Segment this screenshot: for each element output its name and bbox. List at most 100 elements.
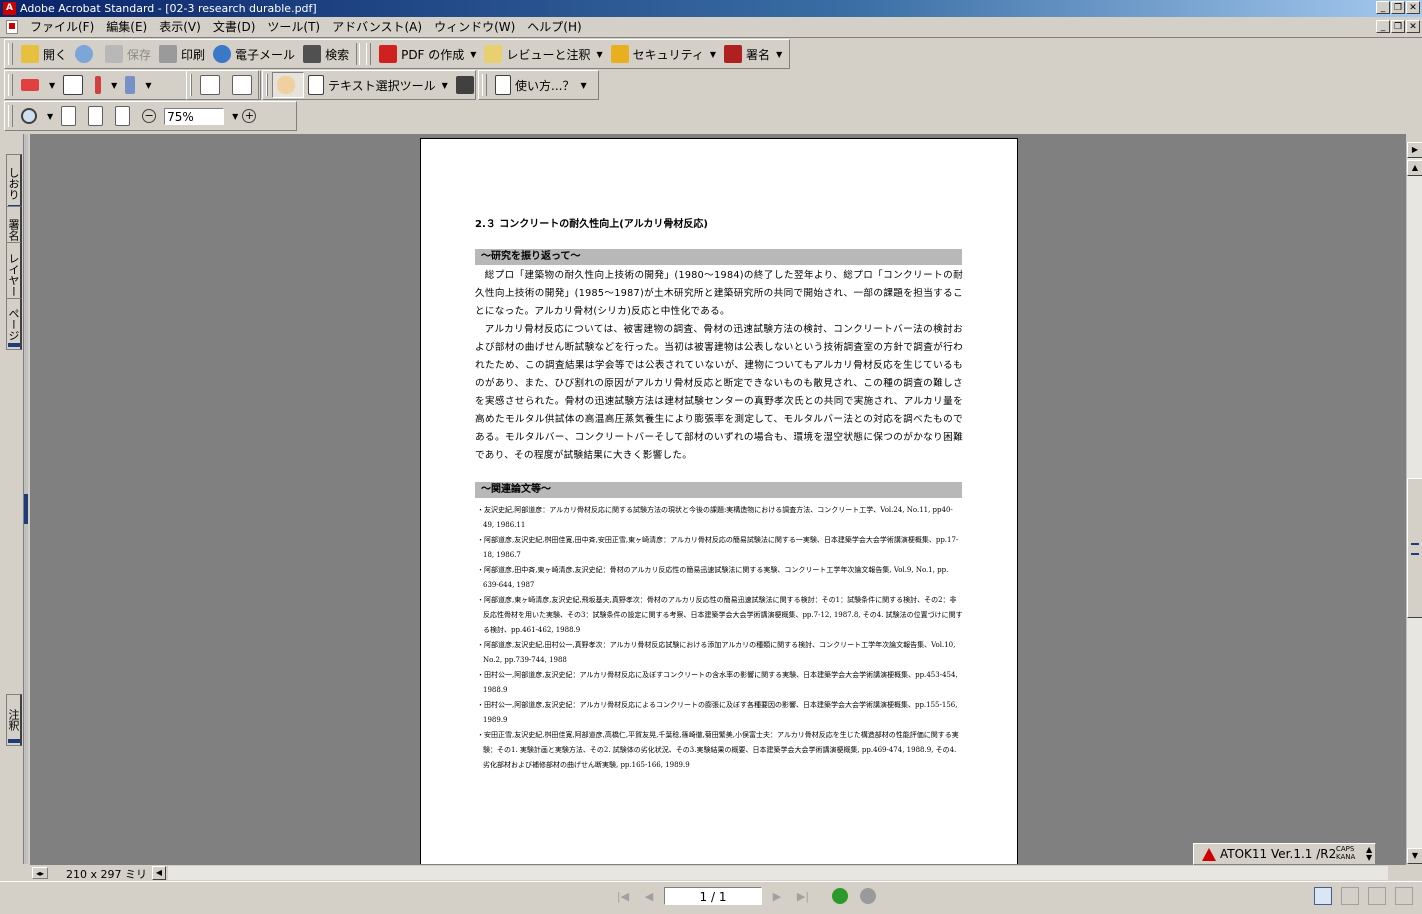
chevron-down-icon[interactable]: ▼: [710, 50, 716, 59]
page-number-input[interactable]: 1 / 1: [664, 887, 762, 905]
single-page-layout-icon[interactable]: [1314, 887, 1332, 905]
document-icon[interactable]: [6, 20, 18, 34]
scroll-up-arrow-icon[interactable]: ▶: [1407, 142, 1422, 158]
print-button[interactable]: 印刷: [155, 42, 209, 66]
toolbar-grip[interactable]: [8, 105, 13, 127]
howto-button[interactable]: 使い方...？ ▼: [491, 73, 591, 97]
toolbar-grip[interactable]: [8, 74, 13, 96]
zoom-input[interactable]: 75%: [164, 107, 225, 125]
scroll-down-icon[interactable]: ▼: [1407, 848, 1422, 864]
atok-ime-bar[interactable]: ATOK11 Ver.1.1 /R2 CAPS KANA ▲ ▼: [1193, 843, 1376, 865]
chevron-down-icon[interactable]: ▼: [111, 81, 117, 90]
chevron-down-icon[interactable]: ▼: [470, 50, 476, 59]
menu-window[interactable]: ウィンドウ(W): [428, 17, 521, 37]
pdf-page[interactable]: 2.３ コンクリートの耐久性向上(アルカリ骨材反応) ～研究を振り返って～ 総プ…: [420, 138, 1018, 864]
rotate-pages-button[interactable]: [228, 73, 260, 97]
menu-edit[interactable]: 編集(E): [100, 17, 153, 37]
toolbar-grip[interactable]: [482, 74, 487, 96]
menu-document[interactable]: 文書(D): [207, 17, 262, 37]
zoom-tool-button[interactable]: ▼: [17, 104, 57, 128]
fit-page-button[interactable]: [84, 104, 111, 128]
textbox-tool-button[interactable]: [59, 73, 91, 97]
restore-button[interactable]: ❐: [1391, 1, 1405, 14]
chevron-down-icon[interactable]: ▼: [49, 81, 55, 90]
organizer-icon: [75, 45, 94, 63]
zoom-in-button[interactable]: +: [238, 104, 264, 128]
body-text: 総プロ「建築物の耐久性向上技術の開発」(1980～1984)の終了した翌年より、…: [475, 267, 963, 465]
first-page-icon[interactable]: |◀: [614, 888, 632, 906]
toolbar-grip[interactable]: [366, 43, 372, 65]
last-page-icon[interactable]: ▶|: [794, 888, 812, 906]
printer-icon: [159, 45, 178, 63]
toolbar-grip[interactable]: [8, 43, 13, 65]
chevron-down-icon[interactable]: ▼: [580, 81, 586, 90]
doc-close-button[interactable]: ✕: [1406, 20, 1420, 33]
zoom-out-button[interactable]: −: [138, 104, 164, 128]
open-button[interactable]: 開く: [17, 42, 71, 66]
previous-view-icon[interactable]: [832, 888, 848, 904]
actual-size-button[interactable]: [57, 104, 84, 128]
vertical-scrollbar[interactable]: ▶ ▲ ▼: [1406, 142, 1422, 864]
split-view-icon[interactable]: ◂▸: [32, 867, 48, 879]
minimize-button[interactable]: _: [1376, 1, 1390, 14]
text-select-tool-button[interactable]: テキスト選択ツール ▼: [304, 73, 452, 97]
tab-bookmarks[interactable]: しおり: [6, 154, 22, 212]
review-comment-icon: [484, 45, 503, 63]
rectangle-tool-button[interactable]: ▼: [17, 73, 59, 97]
doc-restore-button[interactable]: ❐: [1391, 20, 1405, 33]
chevron-updown-icon[interactable]: ▲ ▼: [1366, 846, 1372, 862]
chevron-down-icon[interactable]: ▼: [776, 50, 782, 59]
menu-view[interactable]: 表示(V): [153, 17, 207, 37]
help-list-icon: [495, 75, 511, 95]
reference-item: ・田村公一,阿部道彦,友沢史紀：アルカリ骨材反応によるコンクリートの膨張に及ぼす…: [477, 701, 958, 724]
create-pdf-button[interactable]: PDF の作成 ▼: [375, 42, 480, 66]
close-button[interactable]: ✕: [1406, 1, 1420, 14]
caps-label: CAPS: [1336, 845, 1355, 853]
toolbar-grip[interactable]: [266, 74, 268, 96]
paragraph: アルカリ骨材反応については、被害建物の調査、骨材の迅速試験方法の検討、コンクリー…: [475, 324, 963, 461]
security-button[interactable]: セキュリティ ▼: [607, 42, 720, 66]
acrobat-app-icon: A: [3, 2, 16, 15]
menu-help[interactable]: ヘルプ(H): [521, 17, 587, 37]
menu-advanced[interactable]: アドバンスト(A): [326, 17, 428, 37]
menu-tools[interactable]: ツール(T): [261, 17, 326, 37]
splitter-grip[interactable]: [24, 494, 28, 524]
facing-layout-icon[interactable]: [1368, 887, 1386, 905]
navigation-pane-splitter[interactable]: [23, 134, 28, 864]
scroll-left-icon[interactable]: ◀: [152, 866, 166, 880]
next-page-icon[interactable]: ▶: [768, 888, 786, 906]
menu-file[interactable]: ファイル(F): [24, 17, 100, 37]
email-button[interactable]: 電子メール: [209, 42, 299, 66]
toolbar-grip[interactable]: [190, 74, 192, 96]
previous-page-icon[interactable]: ◀: [640, 888, 658, 906]
continuous-layout-icon[interactable]: [1341, 887, 1359, 905]
floppy-disk-icon: [105, 45, 124, 63]
horizontal-scrollbar[interactable]: [168, 866, 1388, 880]
continuous-facing-layout-icon[interactable]: [1395, 887, 1413, 905]
save-button[interactable]: 保存: [101, 42, 155, 66]
magnifier-icon: [21, 108, 37, 124]
kana-label: KANA: [1336, 853, 1356, 861]
chevron-down-icon[interactable]: ▼: [47, 112, 53, 121]
pencil-tool-button[interactable]: ▼: [91, 73, 121, 97]
chevron-down-icon[interactable]: ▼: [145, 81, 151, 90]
doc-minimize-button[interactable]: _: [1376, 20, 1390, 33]
scrollbar-thumb[interactable]: [1407, 478, 1422, 618]
tab-pages[interactable]: ページ: [6, 298, 22, 350]
chevron-down-icon[interactable]: ▼: [596, 50, 602, 59]
next-view-icon[interactable]: [860, 888, 876, 904]
sign-button[interactable]: 署名 ▼: [720, 42, 786, 66]
tab-comments[interactable]: 注釈: [6, 694, 22, 746]
scroll-up-icon[interactable]: ▲: [1407, 160, 1422, 176]
document-view[interactable]: 2.３ コンクリートの耐久性向上(アルカリ骨材反応) ～研究を振り返って～ 総プ…: [30, 134, 1406, 864]
organizer-button[interactable]: [71, 42, 101, 66]
attach-tool-button[interactable]: ▼: [121, 73, 155, 97]
hand-tool-button[interactable]: [272, 72, 304, 98]
review-comment-button[interactable]: レビューと注釈 ▼: [480, 42, 606, 66]
chevron-down-icon[interactable]: ▼: [442, 81, 448, 90]
fit-width-button[interactable]: [111, 104, 138, 128]
section-heading-references: ～関連論文等～: [475, 482, 962, 498]
tab-indicator: [8, 739, 20, 743]
insert-pages-button[interactable]: [196, 73, 228, 97]
search-button[interactable]: 検索: [299, 42, 353, 66]
